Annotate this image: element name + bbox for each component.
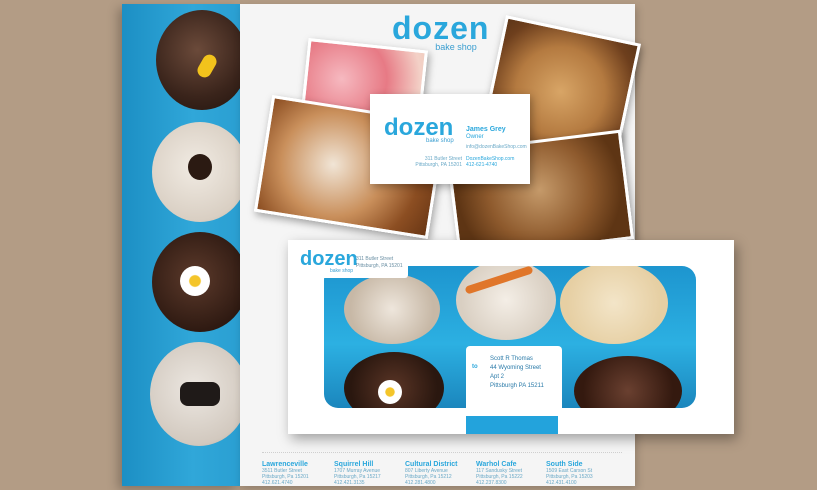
location-warhol-cafe: Warhol Cafe 117 Sandusky Street Pittsbur… [476,461,546,486]
return-address-line: Pittsburgh, PA 15201 [356,263,403,269]
recipient-city: Pittsburgh PA 15211 [490,383,544,389]
location-phone: 412.281.4800 [405,480,436,486]
location-phone: 412.237.8300 [476,480,507,486]
chocolate-cupcake [156,10,240,110]
recipient-apt: Apt 2 [490,374,505,380]
recipient-address-box: to Scott R Thomas 44 Wyoming Street Apt … [466,346,562,416]
business-card-tagline: bake shop [426,138,454,144]
recipient-street: 44 Wyoming Street [490,365,541,371]
business-card-name: James Grey [466,126,506,133]
cupcake [344,274,440,344]
business-card-title: Owner [466,134,484,140]
flower-topping [180,266,210,296]
location-name: Squirrel Hill [334,461,374,468]
location-phone: 412.431.4100 [546,480,577,486]
cupcake [560,266,668,344]
business-card-phone: 412-621-4740 [466,162,498,168]
location-south-side: South Side 1509 East Carson St Pittsburg… [546,461,616,486]
logo-tagline: bake shop [435,42,477,52]
location-cultural-district: Cultural District 807 Liberty Avenue Pit… [405,461,475,486]
location-phone: 412.421.3135 [334,480,365,486]
locations-footer: Lawrenceville 3511 Butler Street Pittsbu… [262,452,622,486]
flower-topping [378,380,402,404]
cookie-topping [180,382,220,406]
cupcake-strip [122,4,240,486]
to-label: to [472,364,478,370]
chocolate-topping [188,154,212,180]
envelope-logo-tagline: bake shop [330,268,354,274]
return-address-line: 311 Butler Street [356,256,394,262]
envelope-tab [466,416,558,434]
envelope-logo: dozen bake shop 311 Butler Street Pittsb… [298,248,408,278]
business-card-address: 311 Butler Street Pittsburgh, PA 15201 [414,156,462,168]
logo-wordmark: dozen [392,10,490,46]
cupcake [574,356,682,408]
business-card-email: info@dozenBakeShop.com [466,144,527,150]
location-name: Lawrenceville [262,461,308,468]
location-name: Warhol Cafe [476,461,517,468]
recipient-name: Scott R Thomas [490,356,533,362]
location-lawrenceville: Lawrenceville 3511 Butler Street Pittsbu… [262,461,332,486]
location-name: South Side [546,461,583,468]
brand-showcase: dozen bake shop dozen bake shop James Gr… [0,0,817,490]
location-squirrel-hill: Squirrel Hill 1707 Murray Avenue Pittsbu… [334,461,404,486]
location-name: Cultural District [405,461,458,468]
window-envelope: dozen bake shop 311 Butler Street Pittsb… [288,240,734,434]
location-phone: 412.621.4740 [262,480,293,486]
business-card: dozen bake shop James Grey Owner info@do… [370,94,530,184]
return-address: 311 Butler Street Pittsburgh, PA 15201 [356,256,403,270]
address-line: Pittsburgh, PA 15201 [415,162,462,168]
brand-logo: dozen bake shop [392,10,490,52]
business-card-contact: DozenBakeShop.com 412-621-4740 [466,156,514,168]
